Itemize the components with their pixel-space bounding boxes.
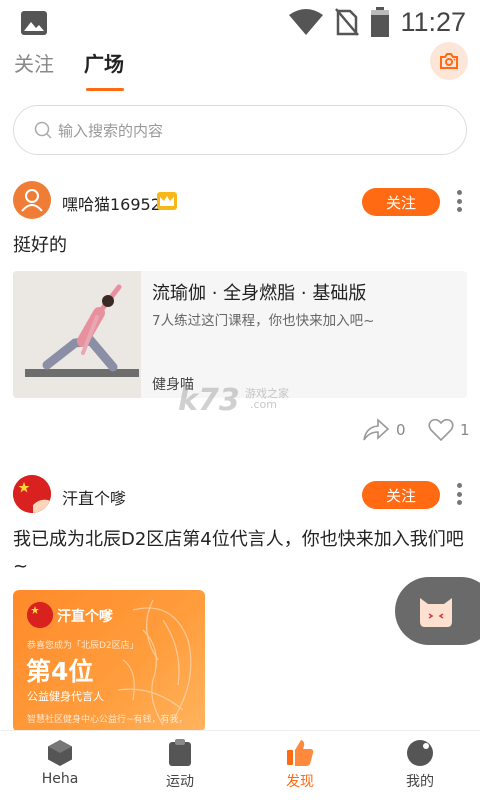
more-options-icon[interactable] xyxy=(453,190,465,212)
post-text: 我已成为北辰D2区店第4位代言人，你也快来加入我们吧 xyxy=(13,529,464,550)
certificate-name: 汗直个嗲 xyxy=(57,609,113,625)
top-tabs: 关注 广场 xyxy=(0,42,480,94)
nav-label-mine: 我的 xyxy=(406,774,434,790)
course-card[interactable]: 流瑜伽 · 全身燃脂 · 基础版 7人练过这门课程，你也快来加入吧~ 健身喵 xyxy=(13,271,467,398)
nav-item-heha[interactable]: Heha xyxy=(0,731,120,800)
post-username[interactable]: 嘿哈猫169524 xyxy=(62,191,171,215)
like-count: 1 xyxy=(460,421,470,439)
certificate-congrats: 恭喜您成为「北辰D2区店」 xyxy=(27,641,139,651)
thumbs-up-icon xyxy=(287,740,314,766)
crown-badge-icon xyxy=(157,192,177,210)
image-icon xyxy=(21,11,47,35)
avatar[interactable] xyxy=(13,181,51,219)
certificate-avatar xyxy=(27,602,53,628)
nav-label-sport: 运动 xyxy=(166,774,194,790)
clock: 11:27 xyxy=(400,6,466,37)
follow-button[interactable]: 关注 xyxy=(362,481,440,509)
watermark-domain: .com xyxy=(250,398,277,411)
share-count: 0 xyxy=(396,421,406,439)
tab-square[interactable]: 广场 xyxy=(84,48,124,77)
avatar[interactable] xyxy=(13,475,51,513)
camera-icon xyxy=(440,53,458,69)
nav-item-discover[interactable]: 发现 xyxy=(240,731,360,800)
camera-button[interactable] xyxy=(430,42,468,80)
profile-icon xyxy=(407,740,433,766)
search-placeholder: 输入搜索的内容 xyxy=(58,121,164,140)
more-options-icon[interactable] xyxy=(453,483,465,505)
tab-follow[interactable]: 关注 xyxy=(14,48,54,77)
nav-label-heha: Heha xyxy=(41,771,79,787)
floating-cat-button[interactable] xyxy=(395,577,480,645)
wifi-icon xyxy=(289,9,324,35)
post-text-continued: ~ xyxy=(13,556,29,577)
clipboard-icon xyxy=(169,739,191,766)
nav-label-discover: 发现 xyxy=(286,774,314,790)
status-bar: 11:27 xyxy=(0,0,480,44)
search-input[interactable]: 输入搜索的内容 xyxy=(13,105,467,155)
like-button[interactable]: 1 xyxy=(428,418,470,442)
certificate-description: 智慧社区健身中心公益行~有钱，有我， xyxy=(27,715,188,725)
certificate-card[interactable]: 汗直个嗲 恭喜您成为「北辰D2区店」 第4位 公益健身代言人 智慧社区健身中心公… xyxy=(13,590,205,732)
yoga-thumbnail xyxy=(13,271,141,398)
share-icon xyxy=(363,418,390,441)
watermark-logo: k73 xyxy=(178,383,240,418)
hexagon-icon xyxy=(48,740,72,766)
post-username[interactable]: 汗直个嗲 xyxy=(62,485,126,509)
flag-avatar-icon xyxy=(13,475,51,513)
course-subtitle: 7人练过这门课程，你也快来加入吧~ xyxy=(152,313,375,329)
nav-item-mine[interactable]: 我的 xyxy=(360,731,480,800)
nav-item-sport[interactable]: 运动 xyxy=(120,731,240,800)
follow-button[interactable]: 关注 xyxy=(362,188,440,216)
active-tab-indicator xyxy=(86,88,124,91)
user-icon xyxy=(21,189,43,212)
share-button[interactable]: 0 xyxy=(362,418,406,442)
heart-icon xyxy=(428,418,454,442)
certificate-role: 公益健身代言人 xyxy=(27,690,104,703)
cat-face-icon xyxy=(420,598,452,627)
course-title: 流瑜伽 · 全身燃脂 · 基础版 xyxy=(152,283,367,304)
search-icon xyxy=(34,121,52,139)
no-sim-icon xyxy=(335,8,360,36)
post-text: 挺好的 xyxy=(13,235,67,256)
battery-icon xyxy=(371,7,390,37)
certificate-rank: 第4位 xyxy=(26,657,94,686)
bottom-navigation: Heha 运动 发现 我的 xyxy=(0,730,480,800)
